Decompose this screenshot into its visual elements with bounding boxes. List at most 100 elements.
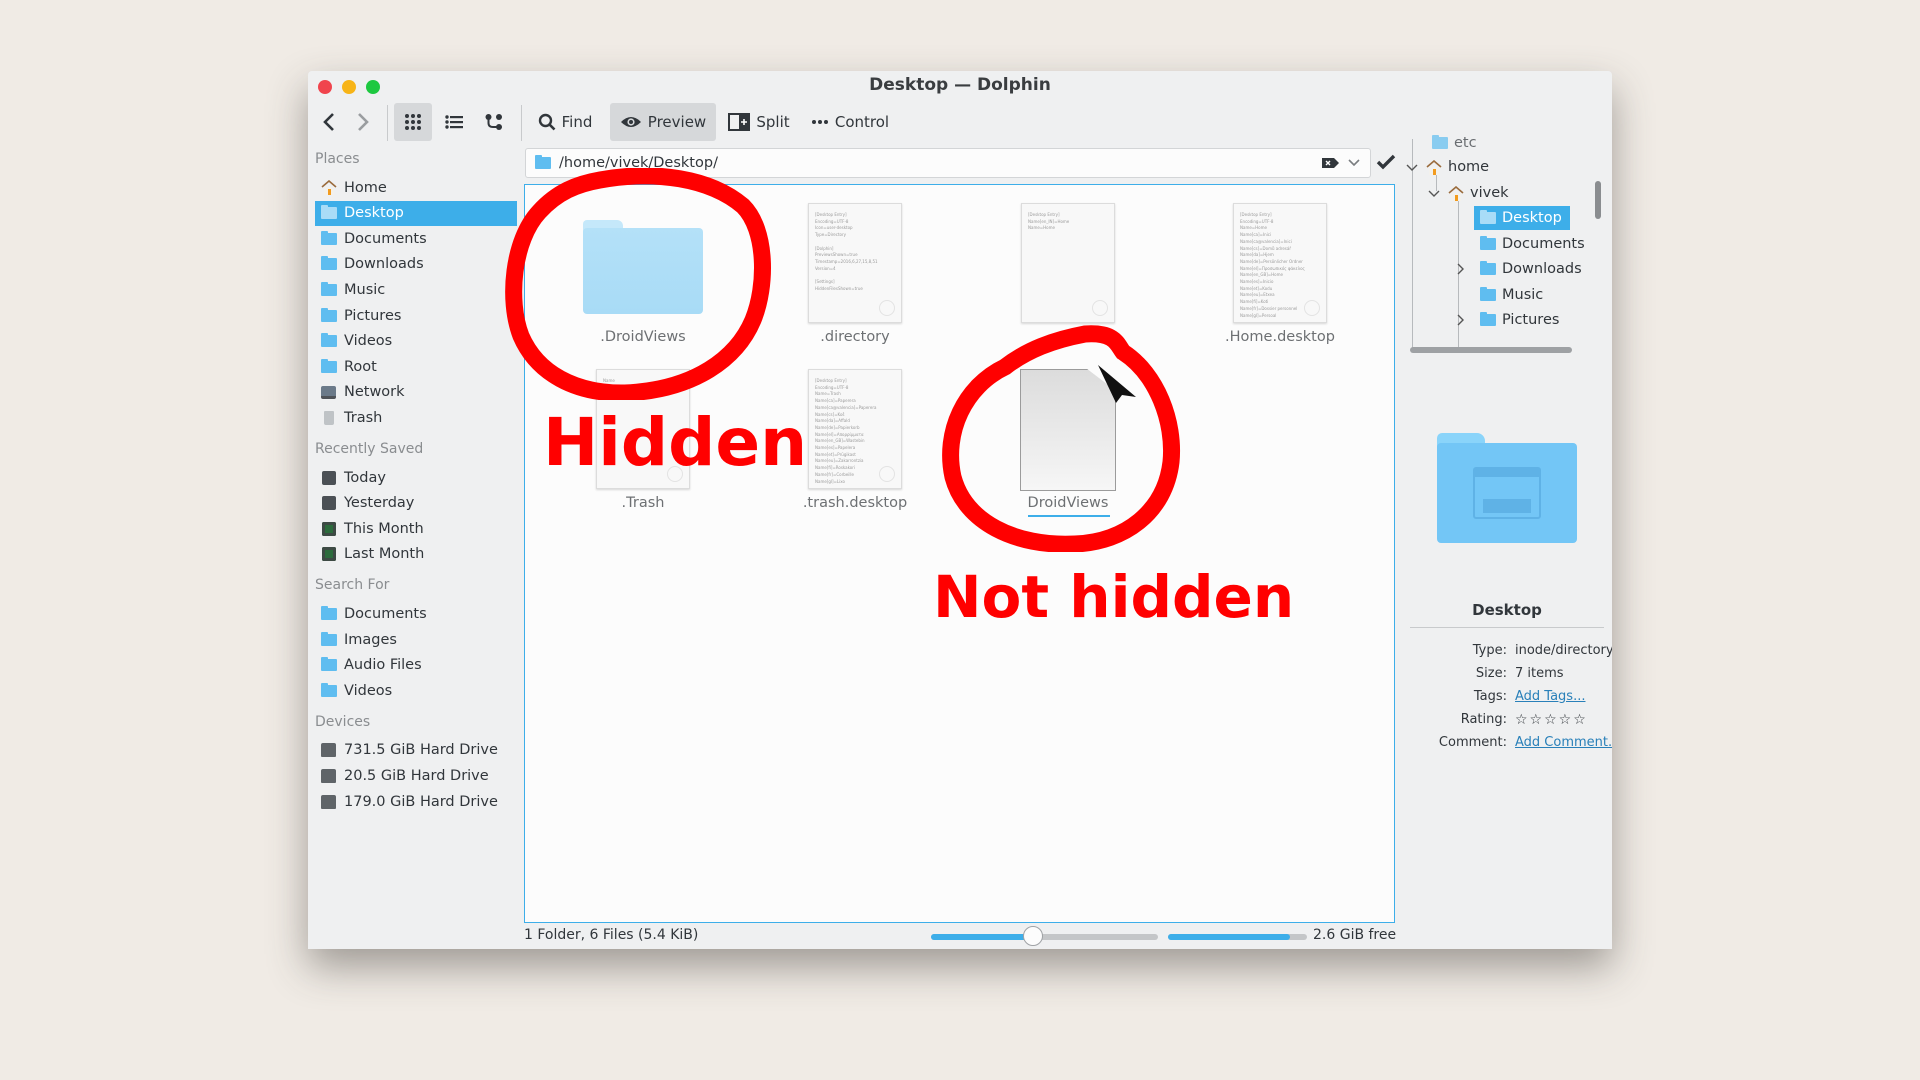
- tree-node-label: Music: [1502, 287, 1544, 303]
- chevron-left-icon: [323, 113, 334, 131]
- tree-node-vivek[interactable]: vivek: [1428, 181, 1509, 205]
- rating-stars[interactable]: ☆☆☆☆☆: [1515, 712, 1588, 728]
- chevron-down-icon[interactable]: [1428, 187, 1440, 199]
- find-button[interactable]: Find: [530, 103, 600, 141]
- tree-node-music[interactable]: Music: [1474, 283, 1543, 307]
- not-hidden-annotation-label: Not hidden: [933, 563, 1295, 631]
- location-path[interactable]: /home/vivek/Desktop/: [559, 155, 718, 171]
- sidebar-item-audio-files[interactable]: Audio Files: [315, 653, 517, 678]
- window-title: Desktop — Dolphin: [869, 75, 1051, 95]
- file-view[interactable]: .DroidViews [Desktop Entry] Encoding=UTF-…: [524, 184, 1395, 923]
- folder-icon: [1480, 261, 1496, 275]
- sidebar-item-trash[interactable]: Trash: [315, 405, 517, 430]
- file-item[interactable]: [Desktop Entry] Encoding=UTF-8 Name=Home…: [1180, 195, 1380, 355]
- list-icon: [445, 115, 463, 129]
- sidebar-item-731-5-gib-hard-drive[interactable]: 731.5 GiB Hard Drive: [315, 738, 517, 763]
- sidebar-item-music[interactable]: Music: [315, 277, 517, 302]
- sidebar-item-videos[interactable]: Videos: [315, 678, 517, 703]
- location-bar[interactable]: /home/vivek/Desktop/: [525, 148, 1371, 178]
- sidebar-item-videos[interactable]: Videos: [315, 329, 517, 354]
- file-item[interactable]: DroidViews: [968, 361, 1168, 521]
- chevron-right-icon[interactable]: [1454, 314, 1466, 326]
- chevron-right-icon: [358, 113, 369, 131]
- folder-documents-icon: [320, 230, 337, 246]
- icons-view-button[interactable]: [394, 103, 432, 141]
- info-panel-separator: [1410, 627, 1604, 628]
- sidebar-item-last-month[interactable]: Last Month: [315, 542, 517, 567]
- sidebar-item-root[interactable]: Root: [315, 354, 517, 379]
- folder-icon: [583, 220, 703, 314]
- control-label: Control: [834, 113, 890, 131]
- sidebar-item-yesterday[interactable]: Yesterday: [315, 491, 517, 516]
- checkmark-icon[interactable]: [1376, 154, 1396, 170]
- zoom-slider-handle[interactable]: [1023, 926, 1044, 946]
- file-item[interactable]: [Desktop Entry] Name[en_IN]=Home Name=Ho…: [968, 195, 1168, 355]
- info-key: Rating:: [1460, 712, 1507, 727]
- folder-videos-icon: [320, 682, 337, 698]
- folder-videos-icon: [320, 333, 337, 348]
- info-row-type: Type: inode/directory: [1410, 643, 1612, 665]
- sidebar-item-label: Videos: [344, 333, 393, 350]
- chevron-down-icon[interactable]: [1348, 156, 1360, 170]
- compact-view-button[interactable]: [476, 103, 512, 141]
- chevron-down-icon[interactable]: [1406, 161, 1418, 173]
- file-name-label: .DroidViews: [600, 329, 686, 345]
- split-button[interactable]: Split: [724, 103, 794, 141]
- folder-music-icon: [320, 281, 337, 297]
- sidebar-item-this-month[interactable]: This Month: [315, 516, 517, 541]
- sidebar-item-images[interactable]: Images: [315, 627, 517, 652]
- tree-node-desktop[interactable]: Desktop: [1474, 206, 1570, 230]
- sidebar-item-home[interactable]: Home: [315, 175, 517, 200]
- sidebar-item-downloads[interactable]: Downloads: [315, 252, 517, 277]
- folder-item[interactable]: .DroidViews: [543, 195, 743, 355]
- dolphin-window: Desktop — Dolphin Find Preview Split Con…: [308, 71, 1612, 949]
- tree-node-documents[interactable]: Documents: [1474, 232, 1585, 256]
- sidebar-item-label: Videos: [344, 682, 393, 699]
- sidebar-item-documents[interactable]: Documents: [315, 601, 517, 626]
- chevron-right-icon[interactable]: [1454, 263, 1466, 275]
- text-file-preview-icon: [Desktop Entry] Encoding=UTF-8 Icon=user…: [808, 203, 902, 323]
- trash-icon: [320, 410, 337, 425]
- folder-downloads-icon: [320, 256, 337, 271]
- clear-icon[interactable]: [1322, 157, 1340, 169]
- zoom-slider[interactable]: [931, 926, 1158, 946]
- folder-icon: [1480, 312, 1496, 326]
- tree-node-pictures[interactable]: Pictures: [1457, 308, 1559, 332]
- sidebar-item-pictures[interactable]: Pictures: [315, 303, 517, 328]
- folder-desktop-preview-icon: [1437, 433, 1577, 543]
- tree-node-etc[interactable]: etc: [1426, 131, 1477, 155]
- folder-root-icon: [320, 358, 337, 374]
- sidebar-item-documents[interactable]: Documents: [315, 226, 517, 251]
- sidebar-item-desktop[interactable]: Desktop: [315, 200, 517, 226]
- forward-button[interactable]: [348, 103, 378, 141]
- folders-horizontal-scrollbar[interactable]: [1410, 347, 1572, 353]
- details-view-button[interactable]: [436, 103, 472, 141]
- info-row-rating: Rating: ☆☆☆☆☆: [1410, 712, 1612, 734]
- file-name-label: .Home.desktop: [1225, 329, 1335, 345]
- info-link[interactable]: Add Tags...: [1515, 689, 1585, 704]
- split-label: Split: [756, 113, 790, 131]
- tree-node-home[interactable]: home: [1406, 155, 1489, 179]
- sidebar-item-network[interactable]: Network: [315, 380, 517, 405]
- info-link[interactable]: Add Comment...: [1515, 735, 1612, 750]
- sidebar-item-label: Images: [344, 631, 397, 648]
- folder-images-icon: [320, 631, 337, 647]
- hidden-annotation-label: Hidden: [543, 404, 808, 481]
- more-icon: [811, 120, 828, 124]
- info-row-comment: Comment: Add Comment...: [1410, 735, 1612, 757]
- info-key: Type:: [1472, 643, 1507, 658]
- info-value: inode/directory: [1515, 643, 1612, 658]
- sidebar-item-179-0-gib-hard-drive[interactable]: 179.0 GiB Hard Drive: [315, 789, 517, 814]
- free-space-label: 2.6 GiB free: [1313, 927, 1397, 943]
- control-button[interactable]: Control: [806, 103, 894, 141]
- sidebar-item-20-5-gib-hard-drive[interactable]: 20.5 GiB Hard Drive: [315, 763, 517, 788]
- file-item[interactable]: [Desktop Entry] Encoding=UTF-8 Icon=user…: [755, 195, 955, 355]
- preview-button[interactable]: Preview: [610, 103, 716, 141]
- folders-vertical-scrollbar[interactable]: [1595, 181, 1601, 219]
- tree-node-downloads[interactable]: Downloads: [1457, 257, 1582, 281]
- sidebar-item-today[interactable]: Today: [315, 465, 517, 490]
- calendar-yesterday-icon: [320, 496, 337, 511]
- sidebar-item-label: Today: [344, 469, 386, 486]
- back-button[interactable]: [314, 103, 344, 141]
- hard-drive-icon: [320, 768, 337, 783]
